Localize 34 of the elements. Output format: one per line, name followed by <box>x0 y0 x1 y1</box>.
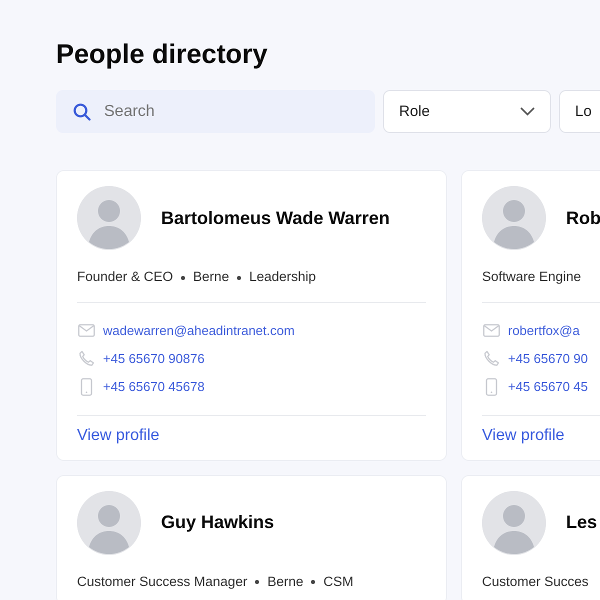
person-name: Bartolomeus Wade Warren <box>161 207 390 230</box>
contact-link[interactable]: wadewarren@aheadintranet.com <box>103 320 295 340</box>
envelope-icon <box>482 324 500 338</box>
page-title: People directory <box>56 38 269 70</box>
person-detail: CSM <box>323 572 354 591</box>
person-detail: Leadership <box>249 268 316 286</box>
person-detail: Customer Succes <box>482 572 589 591</box>
person-detail: Berne <box>193 268 230 286</box>
search-field[interactable]: Search <box>56 90 375 134</box>
filter-dropdown[interactable]: Lo <box>559 90 600 134</box>
person-detail: Customer Success Manager <box>77 572 248 591</box>
person-detail: Berne <box>267 572 304 591</box>
phone-icon <box>78 350 94 368</box>
view-profile-link[interactable]: View profile <box>482 426 564 444</box>
envelope-icon <box>78 324 94 338</box>
person-detail: Software Engine <box>482 268 582 286</box>
view-profile-link[interactable]: View profile <box>77 426 160 444</box>
person-name: Rob <box>566 207 600 230</box>
separator-dot <box>237 276 242 280</box>
contact-link[interactable]: +45 65670 45678 <box>103 376 205 396</box>
separator-dot <box>255 580 260 584</box>
filter-dropdown[interactable]: Role <box>383 90 551 134</box>
phone-icon <box>482 350 500 368</box>
contact-link[interactable]: +45 65670 45 <box>508 376 588 396</box>
separator-dot <box>181 276 186 280</box>
separator-dot <box>311 580 316 584</box>
search-icon <box>73 103 91 122</box>
contact-link[interactable]: +45 65670 90 <box>508 348 588 368</box>
person-detail: Founder & CEO <box>77 268 174 286</box>
contact-link[interactable]: robertfox@a <box>508 320 580 340</box>
person-name: Les <box>566 511 598 534</box>
person-name: Guy Hawkins <box>161 511 274 534</box>
chevron-down-icon <box>520 107 535 116</box>
contact-link[interactable]: +45 65670 90876 <box>103 348 205 368</box>
